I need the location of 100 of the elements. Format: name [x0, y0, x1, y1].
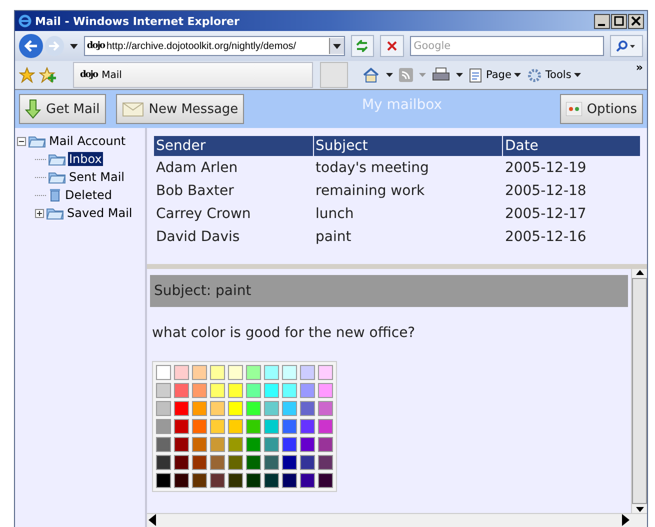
feed-icon[interactable]	[399, 68, 413, 82]
color-swatch[interactable]	[228, 455, 243, 470]
color-swatch[interactable]	[318, 455, 333, 470]
color-swatch[interactable]	[174, 419, 189, 434]
color-swatch[interactable]	[210, 455, 225, 470]
add-favorite-icon[interactable]	[39, 67, 57, 83]
color-swatch[interactable]	[264, 437, 279, 452]
color-swatch[interactable]	[156, 365, 171, 380]
color-swatch[interactable]	[282, 437, 297, 452]
color-swatch[interactable]	[228, 473, 243, 488]
printer-icon[interactable]	[432, 67, 450, 83]
star-icon[interactable]	[19, 67, 35, 83]
browser-tab[interactable]: dojo Mail	[73, 62, 313, 88]
color-swatch[interactable]	[174, 437, 189, 452]
color-swatch[interactable]	[246, 383, 261, 398]
color-swatch[interactable]	[282, 365, 297, 380]
color-swatch[interactable]	[174, 383, 189, 398]
column-header[interactable]: Date	[502, 136, 640, 156]
color-swatch[interactable]	[318, 401, 333, 416]
tree-item[interactable]: Deleted	[64, 188, 114, 202]
vertical-scrollbar[interactable]	[631, 269, 647, 513]
color-swatch[interactable]	[192, 401, 207, 416]
tree-item[interactable]: Sent Mail	[68, 170, 126, 184]
caret-icon[interactable]	[574, 73, 582, 77]
color-swatch[interactable]	[282, 419, 297, 434]
page-menu[interactable]: Page	[469, 68, 522, 82]
color-swatch[interactable]	[300, 419, 315, 434]
color-swatch[interactable]	[318, 437, 333, 452]
color-swatch[interactable]	[246, 473, 261, 488]
color-swatch[interactable]	[174, 365, 189, 380]
close-icon[interactable]	[628, 14, 644, 28]
home-icon[interactable]	[362, 67, 380, 83]
color-swatch[interactable]	[300, 365, 315, 380]
collapse-toggle-icon[interactable]	[17, 136, 26, 146]
column-header[interactable]: Subject	[314, 136, 502, 156]
expand-toggle-icon[interactable]	[35, 208, 44, 218]
color-swatch[interactable]	[318, 365, 333, 380]
color-swatch[interactable]	[282, 401, 297, 416]
color-swatch[interactable]	[300, 383, 315, 398]
color-swatch[interactable]	[228, 437, 243, 452]
color-swatch[interactable]	[264, 365, 279, 380]
search-button[interactable]	[610, 35, 643, 57]
color-swatch[interactable]	[210, 473, 225, 488]
color-swatch[interactable]	[156, 401, 171, 416]
color-swatch[interactable]	[300, 401, 315, 416]
color-swatch[interactable]	[264, 455, 279, 470]
color-swatch[interactable]	[174, 473, 189, 488]
get-mail-button[interactable]: Get Mail	[19, 94, 106, 124]
color-swatch[interactable]	[264, 419, 279, 434]
color-swatch[interactable]	[192, 383, 207, 398]
color-swatch[interactable]	[318, 383, 333, 398]
color-swatch[interactable]	[192, 455, 207, 470]
tree-item[interactable]: Mail Account	[48, 134, 127, 148]
stop-button[interactable]	[380, 35, 404, 57]
tree-item[interactable]: Saved Mail	[66, 206, 134, 220]
color-swatch[interactable]	[318, 419, 333, 434]
tools-menu[interactable]: Tools	[527, 68, 582, 82]
color-swatch[interactable]	[246, 401, 261, 416]
color-swatch[interactable]	[246, 419, 261, 434]
color-swatch[interactable]	[192, 437, 207, 452]
color-swatch[interactable]	[282, 473, 297, 488]
search-field[interactable]: Google	[410, 36, 604, 56]
color-swatch[interactable]	[228, 401, 243, 416]
options-button[interactable]: Options	[560, 94, 643, 124]
color-swatch[interactable]	[264, 473, 279, 488]
color-swatch[interactable]	[192, 419, 207, 434]
caret-icon[interactable]	[456, 73, 463, 77]
back-button[interactable]	[19, 34, 42, 58]
color-swatch[interactable]	[228, 383, 243, 398]
color-swatch[interactable]	[246, 365, 261, 380]
caret-icon[interactable]	[386, 73, 393, 77]
color-swatch[interactable]	[228, 365, 243, 380]
color-swatch[interactable]	[264, 401, 279, 416]
address-field[interactable]: dojo http://archive.dojotoolkit.org/nightly/demos/	[84, 36, 344, 56]
tree-item[interactable]: Inbox	[68, 152, 103, 166]
overflow-chevron[interactable]: »	[636, 61, 643, 74]
color-swatch[interactable]	[210, 383, 225, 398]
color-swatch[interactable]	[246, 455, 261, 470]
dropdown-button[interactable]	[328, 38, 344, 54]
color-swatch[interactable]	[192, 473, 207, 488]
color-swatch[interactable]	[210, 437, 225, 452]
color-swatch[interactable]	[156, 455, 171, 470]
minimize-icon[interactable]	[594, 14, 610, 28]
color-swatch[interactable]	[282, 383, 297, 398]
color-swatch[interactable]	[246, 437, 261, 452]
color-swatch[interactable]	[156, 419, 171, 434]
color-swatch[interactable]	[318, 473, 333, 488]
color-swatch[interactable]	[300, 455, 315, 470]
new-tab-button[interactable]	[320, 62, 348, 88]
dropdown-caret-icon[interactable]	[70, 44, 78, 48]
color-swatch[interactable]	[156, 473, 171, 488]
color-swatch[interactable]	[174, 455, 189, 470]
column-header[interactable]: Sender	[154, 136, 313, 156]
color-swatch[interactable]	[300, 437, 315, 452]
color-swatch[interactable]	[210, 401, 225, 416]
color-swatch[interactable]	[210, 365, 225, 380]
color-swatch[interactable]	[300, 473, 315, 488]
horizontal-scrollbar[interactable]	[147, 513, 647, 527]
new-message-button[interactable]: New Message	[116, 94, 244, 124]
color-swatch[interactable]	[264, 383, 279, 398]
